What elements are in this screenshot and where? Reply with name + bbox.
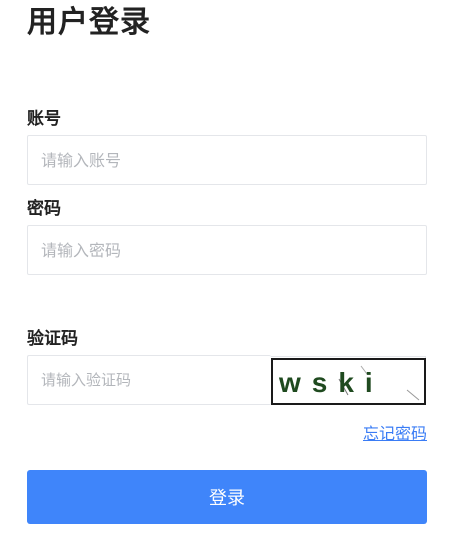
page-title: 用户登录 — [27, 5, 151, 40]
login-button[interactable]: 登录 — [27, 470, 427, 524]
forgot-password-link[interactable]: 忘记密码 — [363, 423, 427, 445]
account-label: 账号 — [27, 109, 61, 129]
password-label: 密码 — [27, 199, 61, 219]
password-input[interactable] — [27, 225, 427, 275]
captcha-container: wski — [271, 356, 426, 405]
captcha-text: wski — [278, 367, 384, 398]
account-input[interactable] — [27, 135, 427, 185]
captcha-input[interactable] — [27, 355, 271, 405]
captcha-label: 验证码 — [27, 329, 78, 349]
captcha-image[interactable]: wski — [271, 358, 426, 405]
